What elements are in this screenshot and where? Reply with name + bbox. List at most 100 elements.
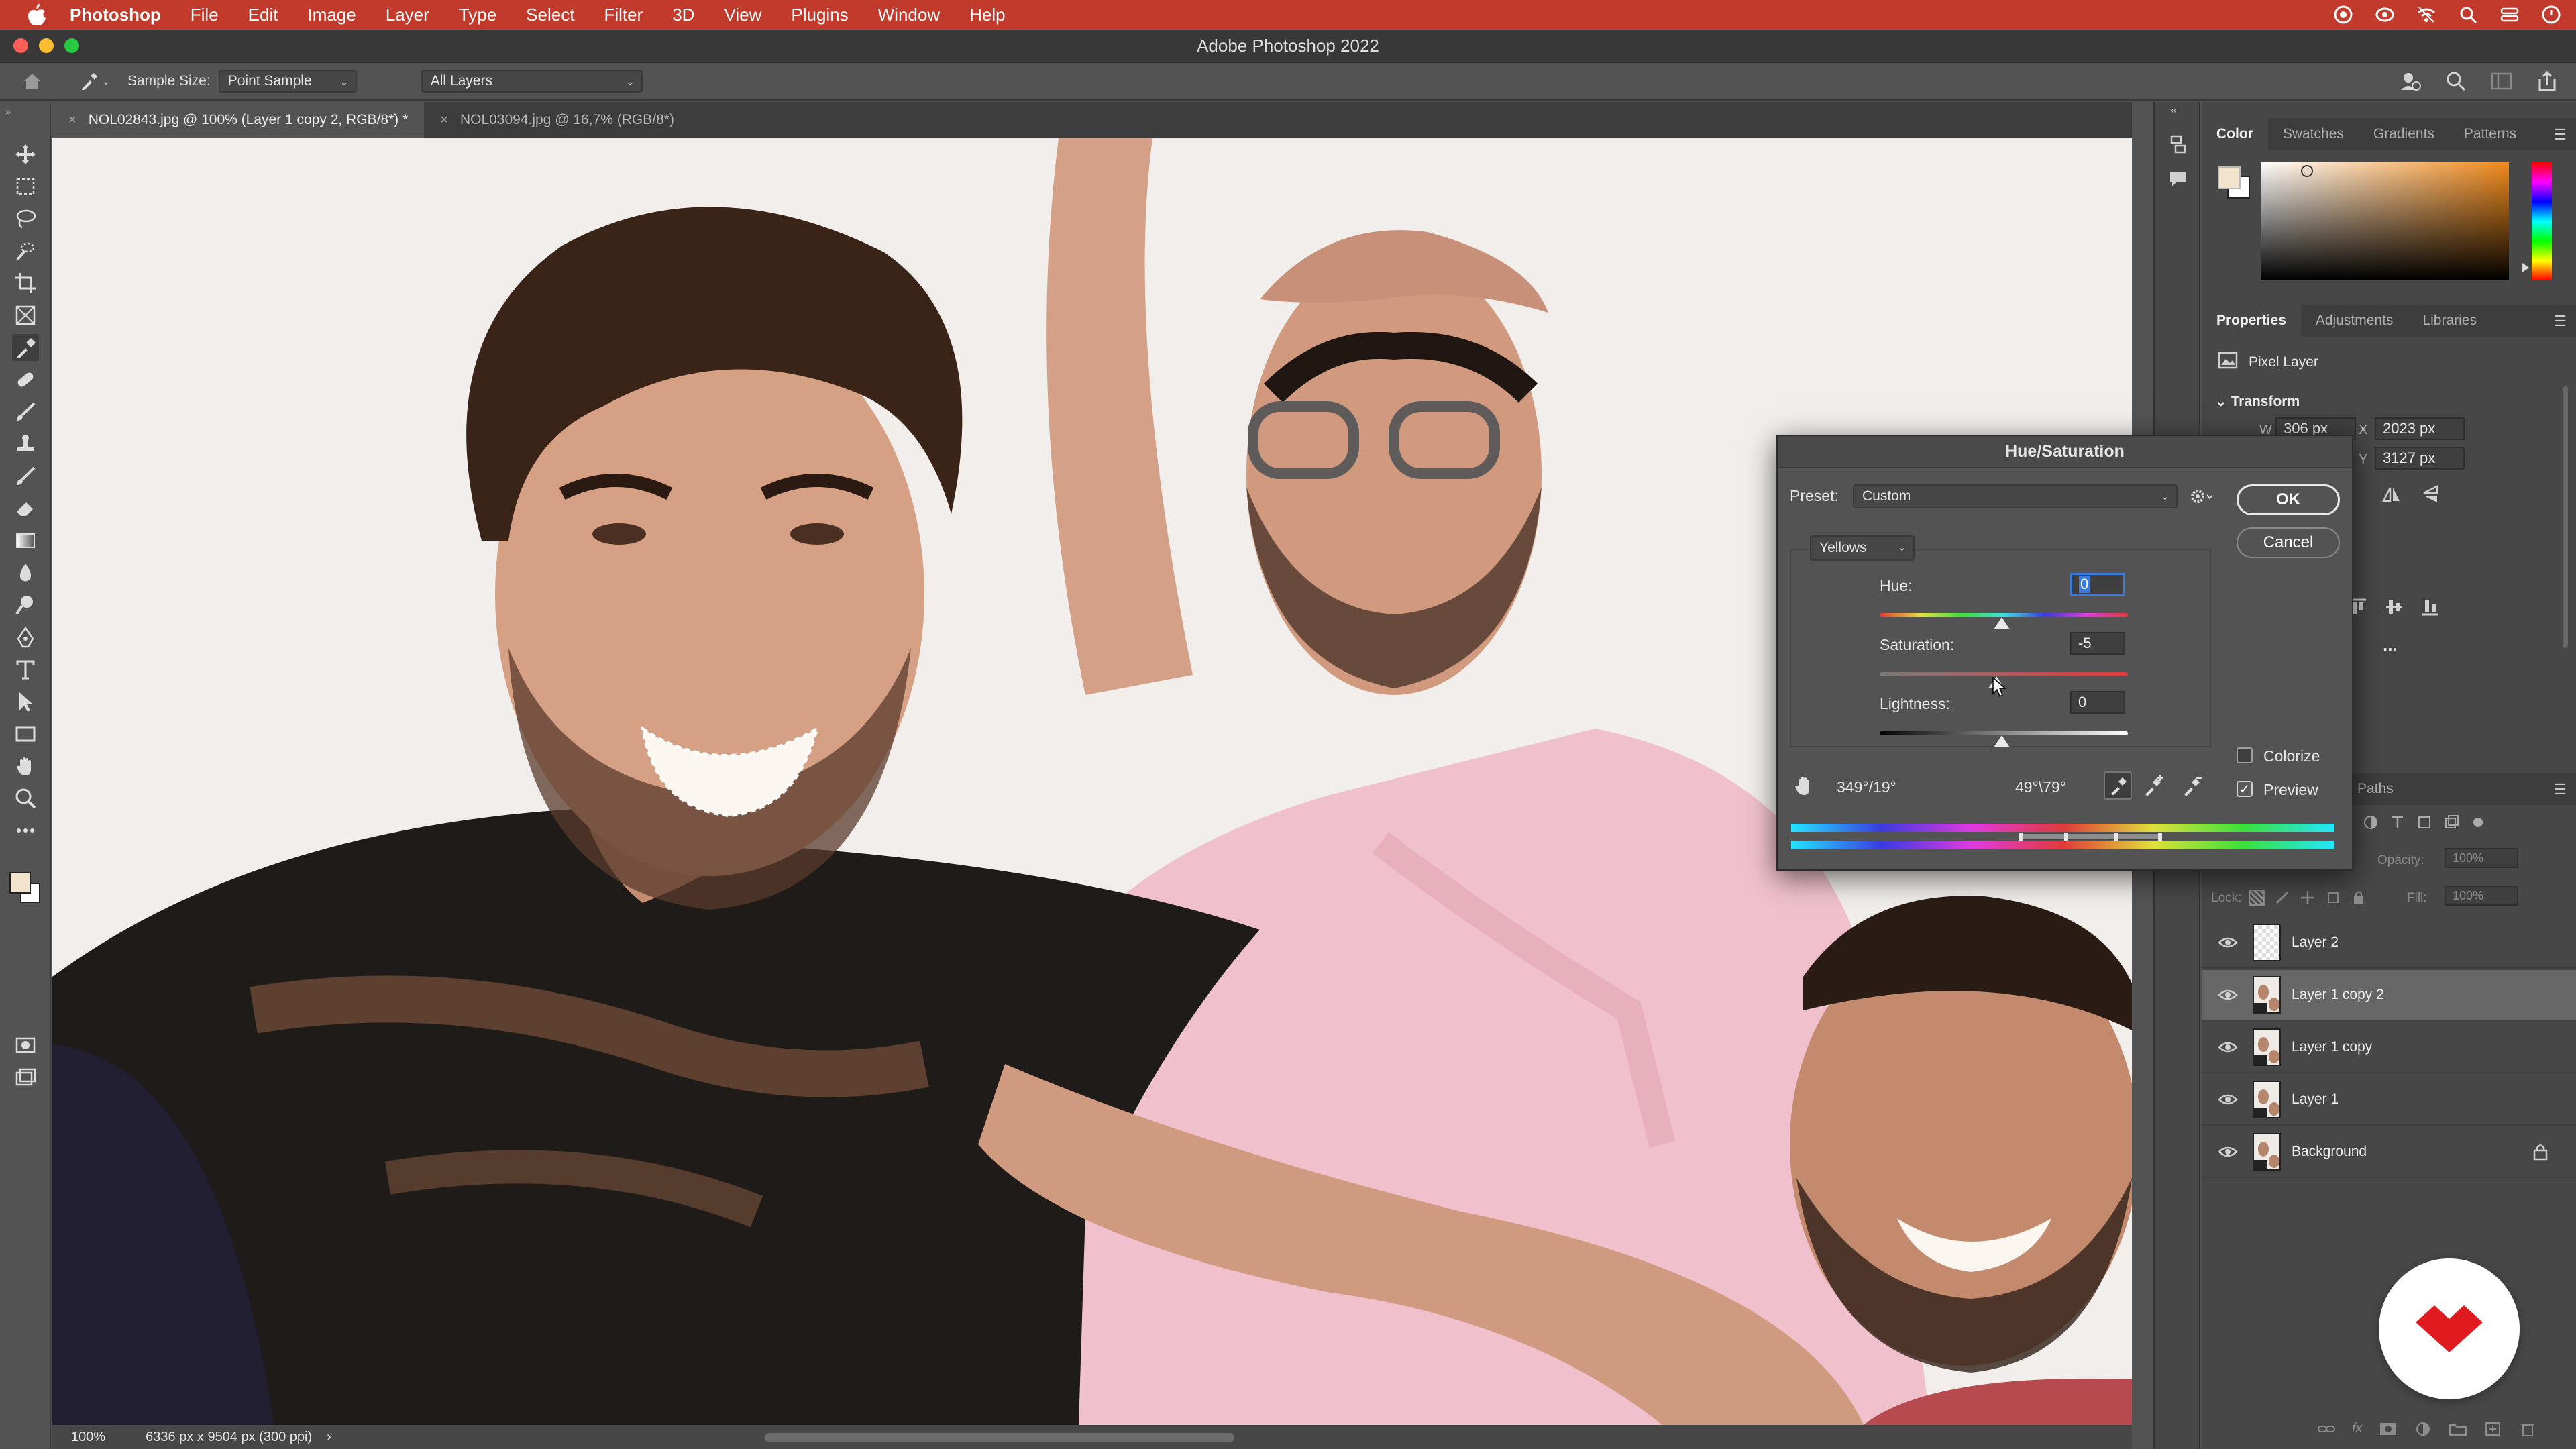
visibility-eye-icon[interactable] (2216, 936, 2239, 949)
tab-patterns[interactable]: Patterns (2449, 118, 2531, 150)
color-picker-field[interactable] (2261, 162, 2509, 280)
tab-color[interactable]: Color (2202, 118, 2268, 150)
eraser-tool-icon[interactable] (12, 495, 39, 522)
properties-scrollbar[interactable] (2563, 386, 2568, 648)
flip-horizontal-icon[interactable] (2381, 484, 2402, 508)
menu-select[interactable]: Select (526, 5, 574, 25)
more-options-button[interactable]: ... (2383, 635, 2398, 655)
close-tab-icon[interactable]: × (68, 113, 76, 128)
x-position-field[interactable]: 2023 px (2375, 417, 2465, 440)
collapse-panel-icon[interactable]: » (5, 106, 11, 117)
tab-swatches[interactable]: Swatches (2268, 118, 2359, 150)
hand-tool-icon[interactable] (12, 753, 39, 780)
lock-icon[interactable] (2533, 1143, 2548, 1164)
rectangle-tool-icon[interactable] (12, 720, 39, 747)
subtract-from-sample-eyedropper-icon[interactable] (2182, 774, 2204, 800)
new-layer-icon[interactable] (2483, 1421, 2502, 1440)
history-brush-tool-icon[interactable] (12, 463, 39, 490)
delete-layer-icon[interactable] (2518, 1421, 2537, 1440)
preset-options-gear-icon[interactable] (2190, 487, 2213, 509)
panel-menu-icon[interactable]: ☰ (2553, 781, 2567, 798)
control-panel-icon[interactable] (2498, 3, 2521, 26)
tab-libraries[interactable]: Libraries (2408, 305, 2491, 337)
add-mask-icon[interactable] (2379, 1421, 2398, 1440)
tab-gradients[interactable]: Gradients (2359, 118, 2449, 150)
crop-tool-icon[interactable] (12, 270, 39, 297)
lock-image-icon[interactable] (2274, 890, 2290, 909)
range-handle-inner-right[interactable] (2114, 833, 2118, 841)
menu-view[interactable]: View (724, 5, 761, 25)
new-adjustment-icon[interactable] (2414, 1421, 2432, 1440)
tab-adjustments[interactable]: Adjustments (2301, 305, 2408, 337)
preset-dropdown[interactable]: Custom ⌄ (1853, 484, 2178, 508)
menu-help[interactable]: Help (969, 5, 1005, 25)
tab-nol02843[interactable]: × NOL02843.jpg @ 100% (Layer 1 copy 2, R… (52, 102, 425, 138)
preview-checkbox[interactable]: ✓ (2237, 781, 2253, 797)
cancel-button[interactable]: Cancel (2237, 527, 2340, 558)
menu-filter[interactable]: Filter (604, 5, 643, 25)
color-range-slider[interactable] (2019, 833, 2162, 841)
y-position-field[interactable]: 3127 px (2375, 447, 2465, 470)
path-selection-tool-icon[interactable] (12, 688, 39, 715)
add-to-sample-eyedropper-icon[interactable] (2143, 774, 2165, 800)
pen-tool-icon[interactable] (12, 624, 39, 651)
tab-properties[interactable]: Properties (2202, 305, 2301, 337)
horizontal-scrollbar[interactable] (765, 1433, 1234, 1442)
align-middle-icon[interactable] (2384, 597, 2404, 621)
menu-layer[interactable]: Layer (386, 5, 429, 25)
frame-tool-icon[interactable] (12, 302, 39, 329)
brush-tool-icon[interactable] (12, 398, 39, 425)
sample-size-dropdown[interactable]: Point Sample ⌄ (218, 70, 357, 93)
opacity-field[interactable]: 100% (2445, 848, 2518, 868)
filter-smart-object-icon[interactable] (2443, 814, 2459, 834)
menu-image[interactable]: Image (307, 5, 356, 25)
hue-input[interactable]: 0 (2070, 573, 2125, 596)
lightness-input[interactable]: 0 (2070, 691, 2125, 714)
flip-vertical-icon[interactable] (2420, 484, 2440, 508)
wifi-icon[interactable] (2415, 3, 2438, 26)
new-group-icon[interactable] (2449, 1421, 2467, 1440)
eyedropper-tool-icon[interactable] (12, 334, 39, 361)
lock-position-icon[interactable] (2300, 890, 2316, 909)
layer-row[interactable]: Layer 1 (2202, 1075, 2576, 1126)
range-handle-inner-left[interactable] (2064, 833, 2068, 841)
layer-row[interactable]: Layer 1 copy 2 (2202, 970, 2576, 1021)
search-icon[interactable] (2445, 70, 2467, 96)
visibility-eye-icon[interactable] (2216, 1040, 2239, 1054)
lasso-tool-icon[interactable] (12, 205, 39, 232)
zoom-tool-icon[interactable] (12, 785, 39, 812)
range-handle-left[interactable] (2019, 833, 2023, 841)
blur-tool-icon[interactable] (12, 559, 39, 586)
more-tools-icon[interactable] (12, 817, 39, 844)
menu-type[interactable]: Type (459, 5, 496, 25)
menu-3d[interactable]: 3D (672, 5, 694, 25)
creative-cloud-icon[interactable] (2332, 3, 2355, 26)
menu-app-name[interactable]: Photoshop (70, 5, 161, 25)
workspace-icon[interactable] (2490, 70, 2513, 96)
panel-menu-icon[interactable]: ☰ (2553, 313, 2567, 330)
share-icon[interactable] (2536, 70, 2559, 96)
visibility-eye-icon[interactable] (2216, 988, 2239, 1002)
channel-dropdown[interactable]: Yellows ⌄ (1810, 535, 1915, 561)
add-style-icon[interactable]: fx (2352, 1421, 2363, 1440)
zoom-window-button[interactable] (64, 38, 79, 53)
menu-edit[interactable]: Edit (248, 5, 278, 25)
menu-window[interactable]: Window (878, 5, 940, 25)
close-window-button[interactable] (13, 38, 28, 53)
filter-type-icon[interactable] (2390, 814, 2406, 834)
gradient-tool-icon[interactable] (12, 527, 39, 554)
menu-plugins[interactable]: Plugins (791, 5, 848, 25)
transform-section-toggle[interactable]: ⌄ Transform (2215, 393, 2300, 410)
share-profile-icon[interactable] (2399, 70, 2422, 96)
colorize-checkbox[interactable] (2237, 747, 2253, 763)
minimize-window-button[interactable] (39, 38, 54, 53)
hue-slider[interactable] (2532, 162, 2552, 280)
ok-button[interactable]: OK (2237, 484, 2340, 515)
foreground-background-color-icon[interactable] (5, 868, 46, 908)
type-tool-icon[interactable] (12, 656, 39, 683)
lightness-slider-thumb[interactable] (1994, 735, 2010, 747)
saturation-input[interactable]: -5 (2070, 632, 2125, 655)
history-panel-icon[interactable] (2168, 134, 2188, 158)
collapse-panel-icon[interactable]: « (2171, 105, 2177, 117)
dodge-tool-icon[interactable] (12, 592, 39, 619)
